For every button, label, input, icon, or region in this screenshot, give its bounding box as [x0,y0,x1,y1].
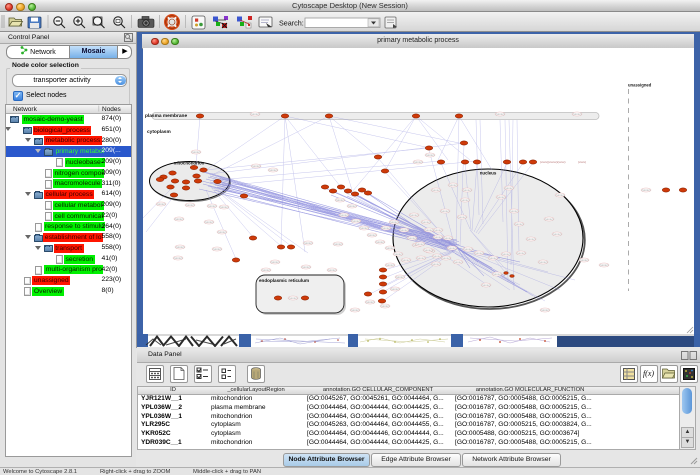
svg-text:(xxxxx): (xxxxx) [251,112,260,116]
svg-text:(xxxxx): (xxxxx) [328,268,337,272]
svg-text:(xxxxx): (xxxxx) [396,275,405,279]
svg-text:(xxxxx): (xxxxx) [262,268,271,272]
svg-text:(xxxxx): (xxxxx) [434,228,443,232]
svg-text:endoplasmic reticulum: endoplasmic reticulum [259,278,309,283]
svg-text:(xxxxx): (xxxxx) [336,198,345,202]
svg-text:(xxxxx): (xxxxx) [545,217,554,221]
svg-text:(xxxxx): (xxxxx) [175,217,184,221]
svg-text:(xxxxx): (xxxxx) [541,308,550,312]
svg-text:(xxxxx): (xxxxx) [410,213,419,217]
svg-text:(xxxxx): (xxxxx) [176,245,185,249]
svg-text:(xxxxx): (xxxxx) [463,188,472,192]
svg-text:(xxxxx): (xxxxx) [390,220,399,224]
svg-text:(xxxxx): (xxxxx) [352,219,361,223]
svg-text:(xxxxx): (xxxxx) [425,228,434,232]
svg-text:(xxxxx): (xxxxx) [208,204,217,208]
svg-text:(xxxxx): (xxxxx) [573,112,582,116]
svg-text:(xxxxx): (xxxxx) [289,296,298,300]
svg-text:unassigned: unassigned [628,83,652,88]
svg-text:(xxxxx): (xxxxx) [539,260,548,264]
svg-text:(xxxxx): (xxxxx) [642,188,651,192]
svg-text:(xxxxx): (xxxxx) [271,260,280,264]
svg-text:(xxxxx): (xxxxx) [502,252,511,256]
svg-text:(xxxxx): (xxxxx) [448,246,457,250]
svg-text:(xxxxx): (xxxxx) [218,230,227,234]
svg-text:(xxxxx): (xxxxx) [382,226,391,230]
svg-text:(xxxxx): (xxxxx) [426,153,435,157]
svg-text:(xxxxx): (xxxxx) [432,188,441,192]
svg-text:(xxxxx): (xxxxx) [505,186,514,190]
svg-text:(xxxxx): (xxxxx) [368,233,377,237]
svg-text:(xxxxx): (xxxxx) [351,308,360,312]
svg-text:(xxxxx): (xxxxx) [417,256,426,260]
svg-text:(xxxxx): (xxxxx) [386,263,395,267]
svg-text:(xxxxx): (xxxxx) [414,160,423,164]
svg-text:(xxxxx): (xxxxx) [475,251,484,255]
svg-text:(xxxxx): (xxxxx) [553,232,562,236]
svg-text:plasma membrane: plasma membrane [145,113,187,119]
svg-text:(xxxxx): (xxxxx) [186,203,195,207]
svg-text:(xxxxx): (xxxxx) [510,209,519,213]
svg-text:(xxxxx): (xxxxx) [157,202,166,206]
svg-text:(xxxxx): (xxxxx) [408,236,417,240]
svg-text:(xxxxx): (xxxxx) [454,260,463,264]
svg-text:(xxxxx): (xxxxx) [461,198,470,202]
svg-text:(xxxxx): (xxxxx) [444,236,453,240]
svg-text:(xxxxx): (xxxxx) [556,193,565,197]
svg-text:(xxxxx): (xxxxx) [424,248,433,252]
svg-text:(xxxxx): (xxxxx) [489,256,498,260]
svg-text:(xxxxx): (xxxxx) [348,204,357,208]
svg-text:(xxxxx): (xxxxx) [464,247,473,251]
svg-text:(xxxxx): (xxxxx) [192,150,201,154]
svg-text:(xxxxx): (xxxxx) [302,265,311,269]
svg-text:(xxxxx): (xxxxx) [402,258,411,262]
svg-text:(xxxxx): (xxxxx) [580,258,589,262]
svg-text:(xxxxx): (xxxxx) [482,283,491,287]
svg-text:(xxxxx): (xxxxx) [458,215,467,219]
svg-text:(xxxxx): (xxxxx) [213,247,222,251]
svg-text:(xxxxx): (xxxxx) [497,195,506,199]
svg-text:(xxxxx): (xxxxx) [304,241,313,245]
svg-text:(xxxxx): (xxxxx) [527,237,536,241]
svg-text:(xxxxx): (xxxxx) [334,242,343,246]
svg-text:(xxxxx): (xxxxx) [366,300,375,304]
svg-text:(xxxxx): (xxxxx) [432,262,441,266]
svg-text:(xxxxx): (xxxxx) [340,213,349,217]
svg-text:(xxxxx): (xxxxx) [434,235,443,239]
svg-text:Search:: Search: [279,19,304,28]
svg-text:(xxxxx): (xxxxx) [416,242,425,246]
svg-text:(xxxxx): (xxxxx) [376,240,385,244]
svg-text:(xxxxx): (xxxxx) [600,263,609,267]
svg-text:(xxxxx): (xxxxx) [441,209,450,213]
svg-text:(xxxxx): (xxxxx) [252,164,261,168]
svg-text:(xxxxx): (xxxxx) [394,252,403,256]
svg-text:(xxxxx): (xxxxx) [496,112,505,116]
svg-text:(xxxxx): (xxxxx) [422,220,431,224]
svg-text:mitochondrion: mitochondrion [174,161,205,166]
svg-text:(xxxxx): (xxxxx) [493,272,502,276]
svg-text:(xxxxx): (xxxxx) [381,304,390,308]
svg-text:(xxxxx): (xxxxx) [442,256,451,260]
svg-text:(xxxxx): (xxxxx) [400,228,409,232]
svg-text:nucleus: nucleus [480,171,497,176]
svg-text:(xxxxx): (xxxxx) [449,183,458,187]
svg-text:(xxxxx): (xxxxx) [205,220,214,224]
svg-text:(xxxxx): (xxxxx) [360,226,369,230]
svg-text:cytoplasm: cytoplasm [147,129,171,135]
svg-text:(xxxxx): (xxxxx) [220,205,229,209]
svg-text:(xxxxx): (xxxxx) [269,168,278,172]
svg-text:(xxxxx): (xxxxx) [386,246,395,250]
svg-text:(xxxxx): (xxxxx) [515,222,524,226]
svg-text:(xxxxx): (xxxxx) [433,254,442,258]
svg-text:(xxxxx): (xxxxx) [391,287,400,291]
svg-text:(xxxx): (xxxx) [578,160,586,164]
svg-text:(xxxx)(xxxxx)(xxxx): (xxxx)(xxxxx)(xxxx) [540,160,566,164]
svg-text:(xxxxx): (xxxxx) [517,251,526,255]
svg-text:(xxxxx): (xxxxx) [174,256,183,260]
